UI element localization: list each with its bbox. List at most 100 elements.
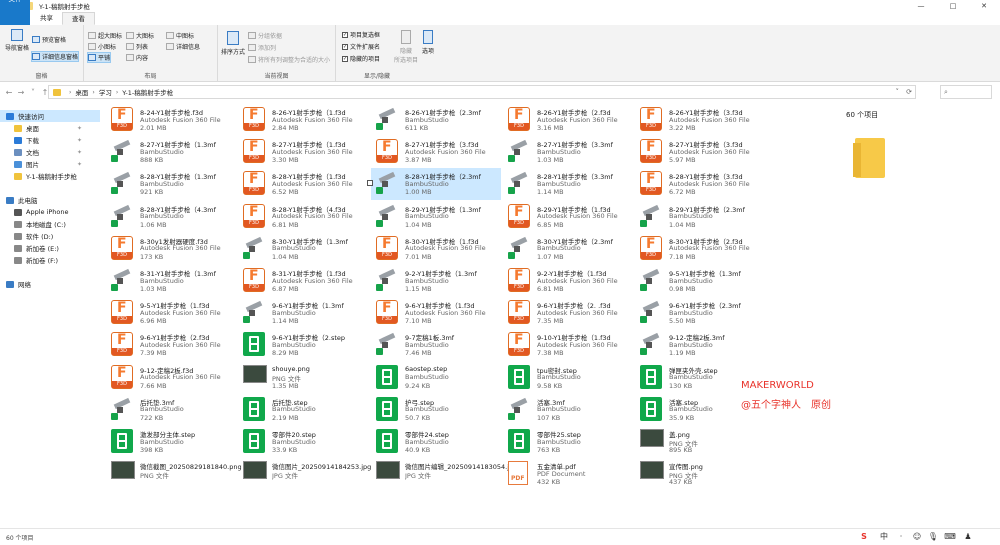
file-tile[interactable]: F F3D 9-5-Y1射手步枪（1.f3d Autodesk Fusion 360 … [106, 297, 236, 329]
file-tile[interactable]: 零部件20.step BambuStudio 33.9 KB [238, 426, 368, 458]
file-tile[interactable]: 9-6-Y1射手步枪（2.step BambuStudio 8.29 MB [238, 329, 368, 361]
file-tile[interactable]: 后托垫.3mf BambuStudio 722 KB [106, 394, 236, 426]
close-button[interactable]: ✕ [968, 0, 1000, 12]
sidebar-item-star[interactable]: 快速访问 [0, 110, 100, 122]
file-tile[interactable]: 8-27-Y1射手步枪（1.3mf BambuStudio 888 KB [106, 136, 236, 168]
keyboard-icon[interactable]: ⌨ [944, 531, 956, 543]
address-dropdown-icon[interactable]: ˅ [896, 88, 900, 96]
large-icons-option[interactable]: 大图标 [126, 31, 154, 40]
file-tile[interactable]: 9-6-Y1射手步枪（2.3mf BambuStudio 5.50 MB [635, 297, 765, 329]
forward-arrow-icon[interactable]: → [15, 88, 27, 97]
file-tile[interactable]: F F3D 9-12-定稿2板.f3d Autodesk Fusion 360 Fil… [106, 362, 236, 394]
sidebar-item-doc[interactable]: 文档 ✦ [0, 146, 100, 158]
file-tile[interactable]: F F3D 8-26-Y1射手步枪（2.f3d Autodesk Fusion 360… [503, 104, 633, 136]
file-tile[interactable]: F F3D 8-28-Y1射手步枪（4.f3d Autodesk Fusion 360… [238, 201, 368, 233]
file-tile[interactable]: 8-26-Y1射手步枪（2.3mf BambuStudio 611 KB [371, 104, 501, 136]
file-tile[interactable]: tpu密封.step BambuStudio 9.58 KB [503, 362, 633, 394]
sort-by-button[interactable]: 排序方式 [221, 31, 245, 56]
search-box[interactable]: ⌕ [940, 85, 992, 99]
skin-icon[interactable]: ♟ [962, 531, 974, 543]
recent-chevron-icon[interactable]: ˅ [27, 88, 39, 97]
fit-columns-button[interactable]: 将所有列调整为合适的大小 [248, 55, 330, 64]
file-tile[interactable]: 后托垫.step BambuStudio 2.19 MB [238, 394, 368, 426]
file-tile[interactable]: 活塞.3mf BambuStudio 107 KB [503, 394, 633, 426]
file-tile[interactable]: F F3D 8-30-Y1射手步枪（1.f3d Autodesk Fusion 360… [371, 233, 501, 265]
file-tile[interactable]: F F3D 9-6-Y1射手步枪（1.f3d Autodesk Fusion 360 … [371, 297, 501, 329]
file-tile[interactable]: F F3D 9-6-Y1射手步枪（2. .f3d Autodesk Fusion 36… [503, 297, 633, 329]
refresh-icon[interactable]: ⟳ [906, 88, 912, 96]
sidebar-item-folder[interactable]: 桌面 ✦ [0, 122, 100, 134]
maximize-button[interactable]: □ [937, 0, 969, 12]
address-bar[interactable]: › 桌面 › 学习 › Y-1-稿鹅射手步枪 ˅ ⟳ [48, 85, 916, 99]
ime-mode-icon[interactable]: 中 [878, 531, 890, 543]
file-tile[interactable]: 零部件24.step BambuStudio 40.9 KB [371, 426, 501, 458]
file-tile[interactable]: F F3D 8-27-Y1射手步枪（1.f3d Autodesk Fusion 360… [238, 136, 368, 168]
item-checkboxes-toggle[interactable]: ✓ 项目复选框 [342, 30, 380, 39]
tab-view[interactable]: 查看 [62, 12, 95, 25]
file-tile[interactable]: 宣传图.png PNG 文件 437 KB [635, 458, 765, 490]
file-tile[interactable]: F F3D 8-28-Y1射手步枪（3.f3d Autodesk Fusion 360… [635, 168, 765, 200]
sogou-icon[interactable]: S [858, 531, 870, 543]
sidebar-item-pc[interactable]: 此电脑 [0, 194, 100, 206]
file-tile[interactable]: 6aostep.step BambuStudio 9.24 KB [371, 362, 501, 394]
sidebar-item-net[interactable]: 网络 [0, 278, 100, 290]
options-button[interactable]: 选项 [422, 30, 434, 55]
breadcrumb-desktop[interactable]: 桌面 [75, 87, 88, 97]
xl-icons-option[interactable]: 超大图标 [88, 31, 122, 40]
file-tile[interactable]: 护弓.step BambuStudio 50.7 KB [371, 394, 501, 426]
navigation-pane-button[interactable]: 导航窗格 [4, 29, 30, 52]
file-tile[interactable]: 微信截图_20250829181840.png PNG 文件 [106, 458, 242, 490]
file-tile[interactable]: F F3D 8-28-Y1射手步枪（1.f3d Autodesk Fusion 360… [238, 168, 368, 200]
file-tile[interactable]: 8-30-Y1射手步枪（2.3mf BambuStudio 1.07 MB [503, 233, 633, 265]
file-tile[interactable]: 盖.png PNG 文件 895 KB [635, 426, 765, 458]
file-tile[interactable]: shouye.png PNG 文件 1.35 MB [238, 362, 368, 394]
file-tile[interactable]: 9-2-Y1射手步枪（1.3mf BambuStudio 1.15 MB [371, 265, 501, 297]
list-option[interactable]: 列表 [126, 42, 148, 51]
details-pane-button[interactable]: 详细信息窗格 [30, 51, 80, 62]
small-icons-option[interactable]: 小图标 [88, 42, 116, 51]
add-columns-button[interactable]: 添加列 [248, 43, 276, 52]
breadcrumb-study[interactable]: 学习 [99, 87, 112, 97]
group-by-button[interactable]: 分组依据 [248, 31, 282, 40]
select-checkbox[interactable] [367, 180, 373, 187]
file-tile[interactable]: 微信图片_20250914184253.jpg JPG 文件 [238, 458, 371, 490]
file-tile[interactable]: F F3D 8-30-Y1射手步枪（2.f3d Autodesk Fusion 360… [635, 233, 765, 265]
file-tile[interactable]: 9-5-Y1射手步枪（1.3mf BambuStudio 0.98 MB [635, 265, 765, 297]
file-tile[interactable]: 9-12-定稿2板.3mf BambuStudio 1.19 MB [635, 329, 765, 361]
back-arrow-icon[interactable]: ← [3, 88, 15, 97]
file-tile[interactable]: 8-28-Y1射手步枪（4.3mf BambuStudio 1.06 MB [106, 201, 236, 233]
microphone-icon[interactable]: 🎙 [927, 531, 939, 543]
sidebar-item-phone[interactable]: Apple iPhone [0, 206, 100, 218]
medium-icons-option[interactable]: 中图标 [166, 31, 194, 40]
sidebar-item-drive[interactable]: 新加卷 (E:) [0, 242, 100, 254]
file-tile[interactable]: F F3D 8-27-Y1射手步枪（3.f3d Autodesk Fusion 360… [371, 136, 501, 168]
file-tile[interactable]: PDF 五金清单.pdf PDF Document 432 KB [503, 458, 633, 490]
minimize-button[interactable]: — [905, 0, 937, 12]
file-tile[interactable]: 9-6-Y1射手步枪（1.3mf BambuStudio 1.14 MB [238, 297, 368, 329]
file-tile[interactable]: F F3D 9-10-Y1射手步枪（1.f3d Autodesk Fusion 360… [503, 329, 633, 361]
file-tile[interactable]: 激发部分主体.step BambuStudio 398 KB [106, 426, 236, 458]
emoji-icon[interactable]: ☺ [911, 531, 923, 543]
sidebar-item-drive[interactable]: 新加卷 (F:) [0, 254, 100, 266]
sidebar-item-download[interactable]: 下载 ✦ [0, 134, 100, 146]
file-tile[interactable]: F F3D 8-30y1发射器硬度.f3d Autodesk Fusion 360 F… [106, 233, 236, 265]
tab-file[interactable]: 文件 [0, 0, 30, 25]
file-tile[interactable]: F F3D 8-26-Y1射手步枪（3.f3d Autodesk Fusion 360… [635, 104, 765, 136]
file-tile[interactable]: 微信图片编辑_20250914183054.jpg JPG 文件 [371, 458, 515, 490]
file-tile[interactable]: F F3D 8-27-Y1射手步枪（3.f3d Autodesk Fusion 360… [635, 136, 765, 168]
breadcrumb-current[interactable]: Y-1-稿鹅射手步枪 [122, 87, 173, 97]
details-option[interactable]: 详细信息 [166, 42, 200, 51]
preview-pane-button[interactable]: 预览窗格 [32, 35, 66, 44]
file-tile[interactable]: F F3D 8-24-Y1射手步枪.f3d Autodesk Fusion 360 F… [106, 104, 236, 136]
sidebar-item-drive[interactable]: 软件 (D:) [0, 230, 100, 242]
file-tile[interactable]: F F3D 8-31-Y1射手步枪（1.f3d Autodesk Fusion 360… [238, 265, 368, 297]
content-option[interactable]: 内容 [126, 53, 148, 62]
file-tile[interactable]: 8-31-Y1射手步枪（1.3mf BambuStudio 1.03 MB [106, 265, 236, 297]
file-tile[interactable]: 8-27-Y1射手步枪（3.3mf BambuStudio 1.03 MB [503, 136, 633, 168]
sidebar-item-pic[interactable]: 图片 ✦ [0, 158, 100, 170]
file-tile[interactable]: 8-29-Y1射手步枪（2.3mf BambuStudio 1.04 MB [635, 201, 765, 233]
sidebar-item-folder[interactable]: Y-1-稿鹅射手步枪 [0, 170, 100, 182]
file-tile[interactable]: 8-29-Y1射手步枪（1.3mf BambuStudio 1.04 MB [371, 201, 501, 233]
file-tile[interactable]: F F3D 9-6-Y1射手步枪（2.f3d Autodesk Fusion 360 … [106, 329, 236, 361]
file-tile[interactable]: F F3D 9-2-Y1射手步枪（1.f3d Autodesk Fusion 360 … [503, 265, 633, 297]
